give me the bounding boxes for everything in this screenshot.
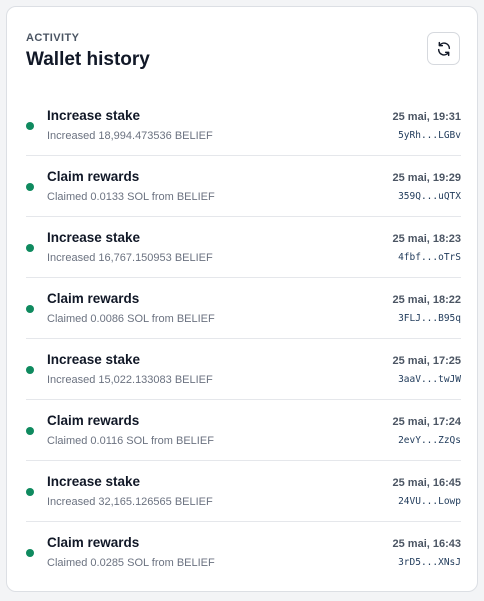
section-eyebrow: ACTIVITY — [26, 32, 80, 44]
row-title: Claim rewards — [47, 535, 140, 550]
row-title: Increase stake — [47, 230, 141, 245]
transaction-signature-link[interactable]: 3FLJ...B95q — [398, 312, 461, 326]
row-title: Increase stake — [47, 474, 141, 489]
row-timestamp: 25 mai, 17:25 — [392, 355, 462, 367]
status-dot — [26, 122, 34, 130]
row-timestamp: 25 mai, 19:29 — [392, 172, 462, 184]
row-detail: Increased 16,767.150953 BELIEF — [47, 252, 213, 264]
history-row[interactable]: Increase stake Increased 18,994.473536 B… — [26, 95, 461, 156]
row-title: Claim rewards — [47, 291, 140, 306]
history-row[interactable]: Increase stake Increased 32,165.126565 B… — [26, 461, 461, 522]
history-row[interactable]: Claim rewards Claimed 0.0285 SOL from BE… — [26, 522, 461, 583]
transaction-signature-link[interactable]: 3aaV...twJW — [398, 373, 461, 387]
card-header: ACTIVITY Wallet history — [26, 32, 458, 71]
transaction-signature-link[interactable]: 5yRh...LGBv — [398, 129, 461, 143]
status-dot — [26, 488, 34, 496]
status-dot — [26, 305, 34, 313]
history-row[interactable]: Claim rewards Claimed 0.0133 SOL from BE… — [26, 156, 461, 217]
history-row[interactable]: Increase stake Increased 15,022.133083 B… — [26, 339, 461, 400]
transaction-signature-link[interactable]: 3rD5...XNsJ — [398, 556, 461, 570]
row-timestamp: 25 mai, 18:22 — [392, 294, 462, 306]
history-row[interactable]: Increase stake Increased 16,767.150953 B… — [26, 217, 461, 278]
transaction-signature-link[interactable]: 24VU...Lowp — [398, 495, 461, 509]
wallet-history-card: ACTIVITY Wallet history Increase stake I… — [6, 6, 478, 592]
status-dot — [26, 183, 34, 191]
status-dot — [26, 366, 34, 374]
status-dot — [26, 427, 34, 435]
transaction-signature-link[interactable]: 359Q...uQTX — [398, 190, 461, 204]
row-title: Increase stake — [47, 108, 141, 123]
row-detail: Increased 18,994.473536 BELIEF — [47, 130, 213, 142]
status-dot — [26, 549, 34, 557]
history-list: Increase stake Increased 18,994.473536 B… — [26, 95, 461, 583]
row-detail: Increased 32,165.126565 BELIEF — [47, 496, 213, 508]
row-timestamp: 25 mai, 18:23 — [392, 233, 462, 245]
history-row[interactable]: Claim rewards Claimed 0.0116 SOL from BE… — [26, 400, 461, 461]
row-detail: Claimed 0.0285 SOL from BELIEF — [47, 557, 215, 569]
row-timestamp: 25 mai, 16:45 — [392, 477, 462, 489]
row-detail: Claimed 0.0086 SOL from BELIEF — [47, 313, 215, 325]
row-timestamp: 25 mai, 16:43 — [392, 538, 462, 550]
row-detail: Increased 15,022.133083 BELIEF — [47, 374, 213, 386]
transaction-signature-link[interactable]: 4fbf...oTrS — [398, 251, 461, 265]
page-title: Wallet history — [26, 49, 150, 70]
row-detail: Claimed 0.0133 SOL from BELIEF — [47, 191, 215, 203]
refresh-button[interactable] — [427, 32, 460, 65]
row-timestamp: 25 mai, 17:24 — [392, 416, 462, 428]
row-title: Increase stake — [47, 352, 141, 367]
row-title: Claim rewards — [47, 413, 140, 428]
history-row[interactable]: Claim rewards Claimed 0.0086 SOL from BE… — [26, 278, 461, 339]
refresh-icon — [437, 41, 450, 56]
row-timestamp: 25 mai, 19:31 — [392, 111, 462, 123]
transaction-signature-link[interactable]: 2evY...ZzQs — [398, 434, 461, 448]
status-dot — [26, 244, 34, 252]
row-title: Claim rewards — [47, 169, 140, 184]
row-detail: Claimed 0.0116 SOL from BELIEF — [47, 435, 214, 447]
